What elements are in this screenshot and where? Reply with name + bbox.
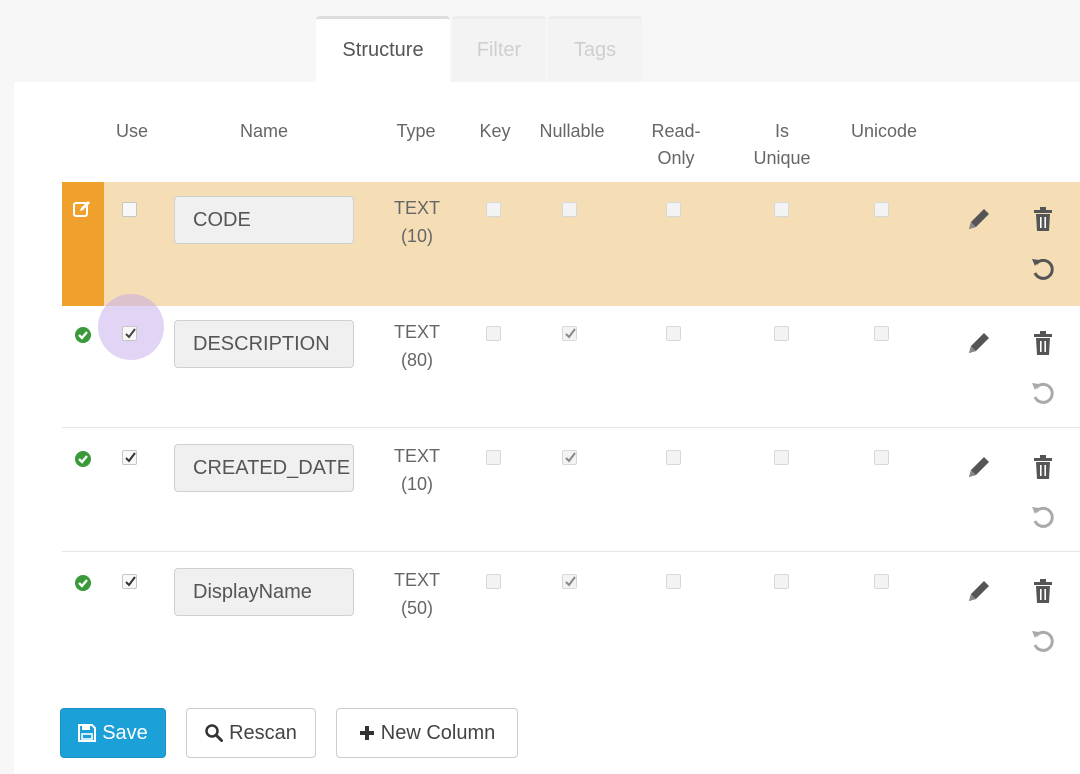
- read-only-checkbox[interactable]: [666, 326, 681, 341]
- check-circle-icon: [75, 327, 91, 343]
- column-type: TEXT (10): [382, 442, 452, 498]
- key-checkbox[interactable]: [486, 450, 501, 465]
- use-checkbox[interactable]: [122, 450, 137, 465]
- new-column-button[interactable]: New Column: [336, 708, 518, 758]
- tab-tags[interactable]: Tags: [548, 16, 642, 82]
- header-name: Name: [239, 121, 288, 141]
- column-type-size: (10): [400, 226, 433, 246]
- use-checkbox[interactable]: [122, 574, 137, 589]
- unicode-checkbox[interactable]: [874, 450, 889, 465]
- nullable-checkbox[interactable]: [562, 574, 577, 589]
- table-row: DESCRIPTION TEXT (80): [62, 294, 1080, 428]
- use-checkbox[interactable]: [122, 326, 137, 341]
- pencil-icon[interactable]: [966, 578, 992, 604]
- key-checkbox[interactable]: [486, 202, 501, 217]
- column-type-name: TEXT: [393, 322, 440, 342]
- nullable-checkbox[interactable]: [562, 326, 577, 341]
- pencil-icon[interactable]: [966, 330, 992, 356]
- unicode-checkbox[interactable]: [874, 326, 889, 341]
- row-divider: [62, 551, 1080, 552]
- trash-icon[interactable]: [1032, 578, 1054, 604]
- column-type: TEXT (80): [382, 318, 452, 374]
- header-unicode: Unicode: [850, 121, 918, 141]
- column-name-input[interactable]: CREATED_DATE: [174, 444, 354, 492]
- read-only-checkbox[interactable]: [666, 450, 681, 465]
- check-circle-icon: [75, 575, 91, 591]
- nullable-checkbox[interactable]: [562, 202, 577, 217]
- trash-icon[interactable]: [1032, 454, 1054, 480]
- table-row: DisplayName TEXT (50): [62, 554, 1080, 676]
- column-type-name: TEXT: [393, 570, 440, 590]
- header-is-unique: Is Unique: [740, 118, 824, 172]
- header-use: Use: [115, 121, 148, 141]
- save-button[interactable]: Save: [60, 708, 166, 758]
- column-type-size: (80): [400, 350, 433, 370]
- row-divider: [62, 427, 1080, 428]
- is-unique-checkbox[interactable]: [774, 326, 789, 341]
- pencil-icon[interactable]: [966, 454, 992, 480]
- check-circle-icon: [75, 451, 91, 467]
- is-unique-checkbox[interactable]: [774, 202, 789, 217]
- row-edit-indicator: [62, 182, 104, 306]
- column-name-input[interactable]: DESCRIPTION: [174, 320, 354, 368]
- header-read-only-line1: Read-: [651, 121, 701, 141]
- column-type-size: (10): [400, 474, 433, 494]
- tab-structure[interactable]: Structure: [316, 16, 450, 82]
- column-type: TEXT (10): [382, 194, 452, 250]
- tab-bar: Structure Filter Tags: [316, 16, 644, 82]
- header-nullable: Nullable: [539, 121, 605, 141]
- unicode-checkbox[interactable]: [874, 574, 889, 589]
- use-checkbox[interactable]: [122, 202, 137, 217]
- unicode-checkbox[interactable]: [874, 202, 889, 217]
- header-is-unique-line1: Is: [774, 121, 789, 141]
- new-column-button-label: New Column: [380, 721, 496, 744]
- header-type: Type: [396, 121, 436, 141]
- nullable-checkbox[interactable]: [562, 450, 577, 465]
- trash-icon[interactable]: [1032, 330, 1054, 356]
- header-read-only-line2: Only: [657, 148, 695, 168]
- search-icon: [205, 724, 224, 742]
- header-read-only: Read- Only: [634, 118, 718, 172]
- column-type-size: (50): [400, 598, 433, 618]
- is-unique-checkbox[interactable]: [774, 574, 789, 589]
- read-only-checkbox[interactable]: [666, 202, 681, 217]
- save-button-label: Save: [102, 721, 148, 744]
- column-type-name: TEXT: [393, 198, 440, 218]
- trash-icon[interactable]: [1032, 206, 1054, 232]
- read-only-checkbox[interactable]: [666, 574, 681, 589]
- undo-icon[interactable]: [1030, 256, 1056, 282]
- column-name-input[interactable]: CODE: [174, 196, 354, 244]
- header-key: Key: [479, 121, 511, 141]
- edit-icon: [73, 201, 90, 217]
- table-row: CREATED_DATE TEXT (10): [62, 430, 1080, 552]
- table-row: CODE TEXT (10): [62, 182, 1080, 306]
- undo-icon[interactable]: [1030, 380, 1056, 406]
- rescan-button[interactable]: Rescan: [186, 708, 316, 758]
- header-is-unique-line2: Unique: [753, 148, 811, 168]
- undo-icon[interactable]: [1030, 504, 1056, 530]
- key-checkbox[interactable]: [486, 574, 501, 589]
- rescan-button-label: Rescan: [229, 721, 297, 744]
- key-checkbox[interactable]: [486, 326, 501, 341]
- column-type-name: TEXT: [393, 446, 440, 466]
- column-type: TEXT (50): [382, 566, 452, 622]
- column-name-input[interactable]: DisplayName: [174, 568, 354, 616]
- plus-icon: [359, 726, 374, 740]
- floppy-disk-icon: [78, 724, 97, 742]
- undo-icon[interactable]: [1030, 628, 1056, 654]
- pencil-icon[interactable]: [966, 206, 992, 232]
- tab-filter[interactable]: Filter: [452, 16, 546, 82]
- structure-panel: Use Name Type Key Nullable Read- Only Is…: [14, 82, 1080, 774]
- is-unique-checkbox[interactable]: [774, 450, 789, 465]
